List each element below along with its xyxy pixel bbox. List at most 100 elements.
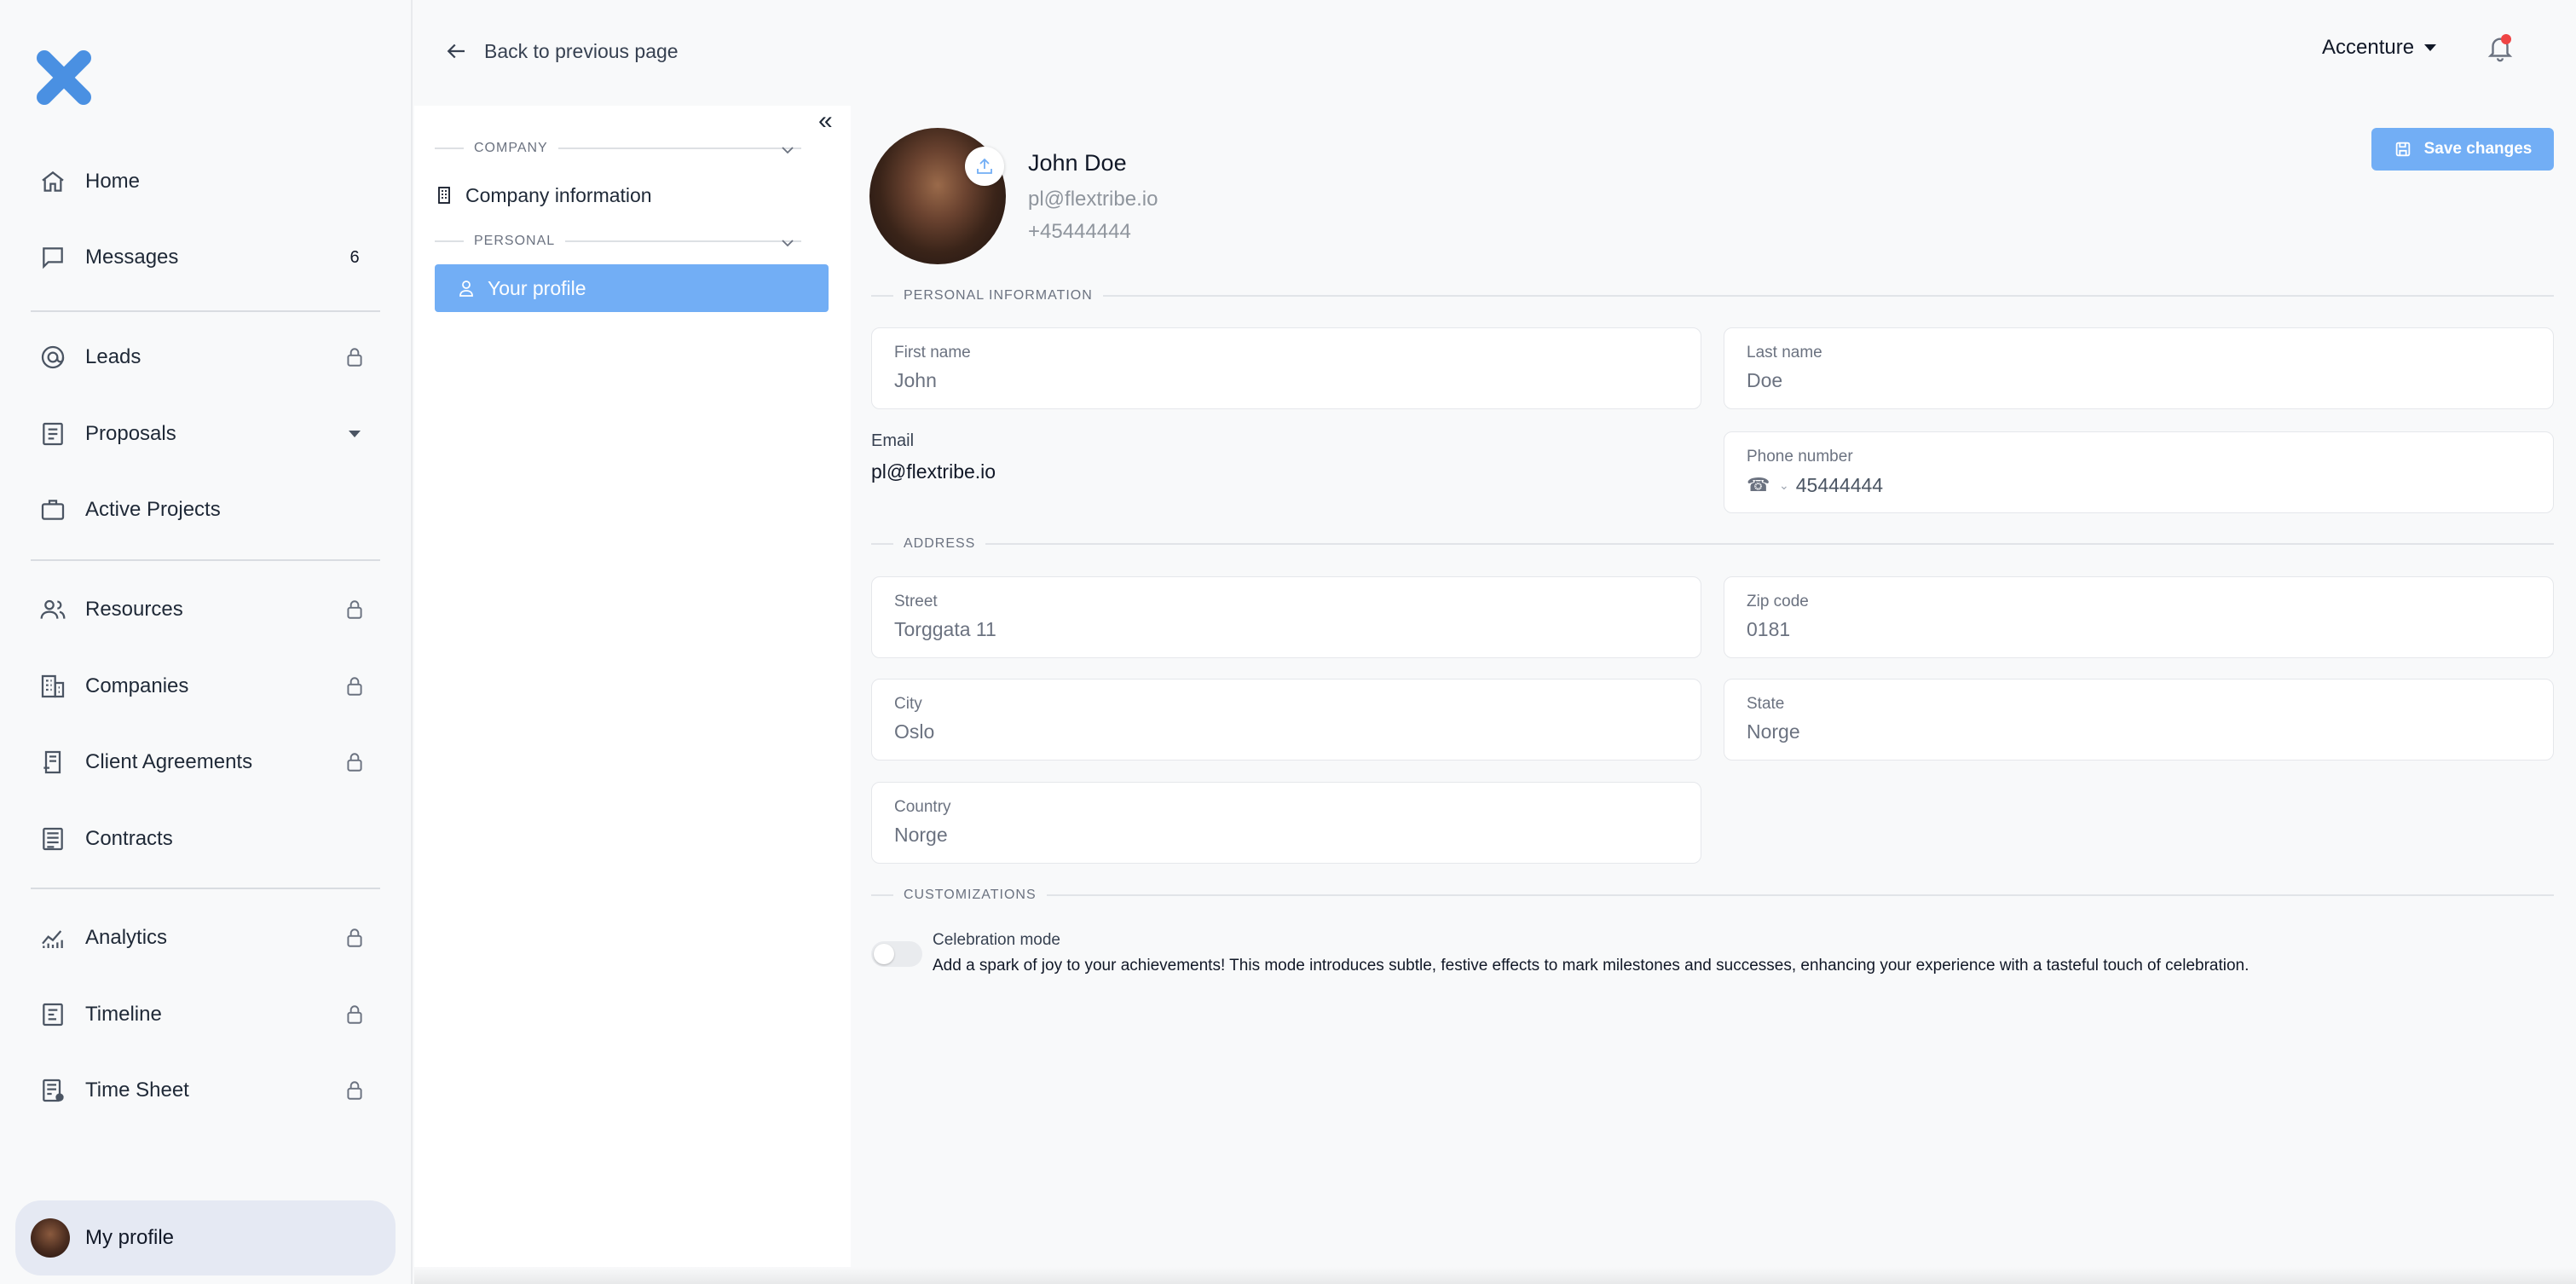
user-icon (459, 281, 473, 297)
celebration-mode-toggle[interactable] (871, 941, 922, 967)
sidebar-item-messages[interactable]: Messages 6 (38, 234, 370, 281)
sidebar-item-timeline[interactable]: Timeline (38, 991, 370, 1038)
sidebar: Home Messages 6 Leads Proposals Active P… (0, 0, 413, 1284)
upload-avatar-button[interactable] (965, 147, 1004, 186)
chevron-down-icon[interactable] (339, 419, 370, 449)
email-value: pl@flextribe.io (871, 460, 996, 483)
last-name-field[interactable]: Last name Doe (1724, 327, 2554, 409)
section-header-personal[interactable]: PERSONAL (435, 231, 801, 252)
sidebar-item-label: Contracts (85, 827, 173, 850)
sidebar-item-label: Messages (85, 246, 179, 269)
sidebar-item-label: Analytics (85, 926, 168, 949)
celebration-mode-title: Celebration mode (933, 931, 1060, 949)
section-label: PERSONAL (474, 234, 556, 248)
country-input[interactable]: Norge (894, 824, 1678, 847)
home-icon (38, 166, 68, 197)
sidebar-item-label: Resources (85, 598, 183, 621)
street-input[interactable]: Torggata 11 (894, 618, 1678, 641)
street-field[interactable]: Street Torggata 11 (871, 576, 1701, 658)
lock-icon (339, 1075, 370, 1106)
section-label: PERSONAL INFORMATION (904, 288, 1093, 303)
zip-code-input[interactable]: 0181 (1747, 618, 2531, 641)
profile-name: John Doe (1028, 150, 1127, 176)
field-label: Country (894, 798, 951, 816)
field-label: State (1747, 695, 1785, 713)
section-header-company[interactable]: COMPANY (435, 138, 801, 159)
sidebar-item-label: Leads (85, 345, 142, 368)
section-label: CUSTOMIZATIONS (904, 888, 1037, 902)
chevron-down-icon[interactable] (777, 233, 798, 253)
panel-item-label: Your profile (488, 276, 586, 299)
chevron-down-icon[interactable] (777, 140, 798, 160)
save-changes-button[interactable]: Save changes (2371, 128, 2554, 171)
phone-globe-icon[interactable]: ☎ (1747, 473, 1777, 497)
sidebar-item-companies[interactable]: Companies (38, 662, 370, 710)
save-icon (2395, 142, 2410, 157)
users-icon (38, 594, 68, 625)
divider-line (871, 295, 893, 297)
building-icon (438, 187, 450, 204)
celebration-mode-description: Add a spark of joy to your achievements!… (933, 957, 2250, 975)
sidebar-item-client-agreements[interactable]: Client Agreements (38, 738, 370, 786)
last-name-input[interactable]: Doe (1747, 369, 2531, 392)
sidebar-item-resources[interactable]: Resources (38, 586, 370, 633)
contract-icon (38, 824, 68, 854)
upload-icon (977, 158, 992, 174)
field-label: Phone number (1747, 448, 1853, 466)
chevron-down-icon[interactable]: ⌄ (1779, 478, 1789, 493)
phone-input[interactable]: 45444444 (1796, 474, 1883, 497)
organization-selector[interactable]: Accenture (2322, 36, 2437, 60)
sidebar-item-label: My profile (85, 1226, 175, 1249)
country-field[interactable]: Country Norge (871, 782, 1701, 864)
first-name-input[interactable]: John (894, 369, 1678, 392)
timeline-icon (38, 999, 68, 1030)
phone-number-field[interactable]: Phone number ☎ ⌄ 45444444 (1724, 431, 2554, 513)
state-input[interactable]: Norge (1747, 720, 2531, 743)
divider-line (435, 240, 464, 242)
caret-down-icon (2424, 44, 2437, 51)
panel-item-label: Company information (465, 183, 652, 206)
panel-item-company-information[interactable]: Company information (435, 171, 829, 219)
sidebar-item-proposals[interactable]: Proposals (38, 410, 370, 458)
collapse-panel-icon[interactable]: « (818, 108, 844, 135)
back-label: Back to previous page (484, 39, 679, 62)
field-label: Last name (1747, 344, 1822, 361)
toggle-knob (874, 944, 894, 964)
field-label: First name (894, 344, 971, 361)
sidebar-item-contracts[interactable]: Contracts (38, 815, 370, 863)
sidebar-divider (31, 559, 380, 561)
flextribe-logo-icon[interactable] (34, 48, 94, 107)
section-divider-address: ADDRESS (871, 534, 2554, 554)
organization-name: Accenture (2322, 36, 2415, 59)
lock-icon (339, 342, 370, 373)
sidebar-item-label: Active Projects (85, 498, 221, 521)
proposal-icon (38, 419, 68, 449)
section-divider-personal: PERSONAL INFORMATION (871, 286, 2554, 306)
sidebar-item-label: Home (85, 170, 141, 193)
first-name-field[interactable]: First name John (871, 327, 1701, 409)
avatar (31, 1218, 70, 1258)
field-label: Street (894, 593, 938, 610)
panel-item-your-profile[interactable]: Your profile (435, 264, 829, 312)
divider-line (565, 240, 801, 242)
arrow-left-icon (447, 43, 465, 59)
profile-phone: +45444444 (1028, 220, 1131, 243)
city-input[interactable]: Oslo (894, 720, 1678, 743)
zip-code-field[interactable]: Zip code 0181 (1724, 576, 2554, 658)
sidebar-item-my-profile[interactable]: My profile (15, 1200, 396, 1275)
back-link[interactable]: Back to previous page (443, 34, 679, 68)
city-field[interactable]: City Oslo (871, 679, 1701, 761)
unread-count-badge: 6 (349, 247, 360, 267)
sidebar-item-label: Companies (85, 674, 189, 697)
sidebar-item-time-sheet[interactable]: Time Sheet (38, 1067, 370, 1114)
section-label: ADDRESS (904, 536, 976, 551)
sidebar-item-active-projects[interactable]: Active Projects (38, 486, 370, 534)
divider-line (1046, 894, 2554, 896)
sidebar-divider (31, 310, 380, 312)
sidebar-item-home[interactable]: Home (38, 158, 370, 205)
state-field[interactable]: State Norge (1724, 679, 2554, 761)
sidebar-item-analytics[interactable]: Analytics (38, 914, 370, 962)
lock-icon (339, 747, 370, 778)
sidebar-item-leads[interactable]: Leads (38, 333, 370, 381)
section-divider-customizations: CUSTOMIZATIONS (871, 885, 2554, 905)
